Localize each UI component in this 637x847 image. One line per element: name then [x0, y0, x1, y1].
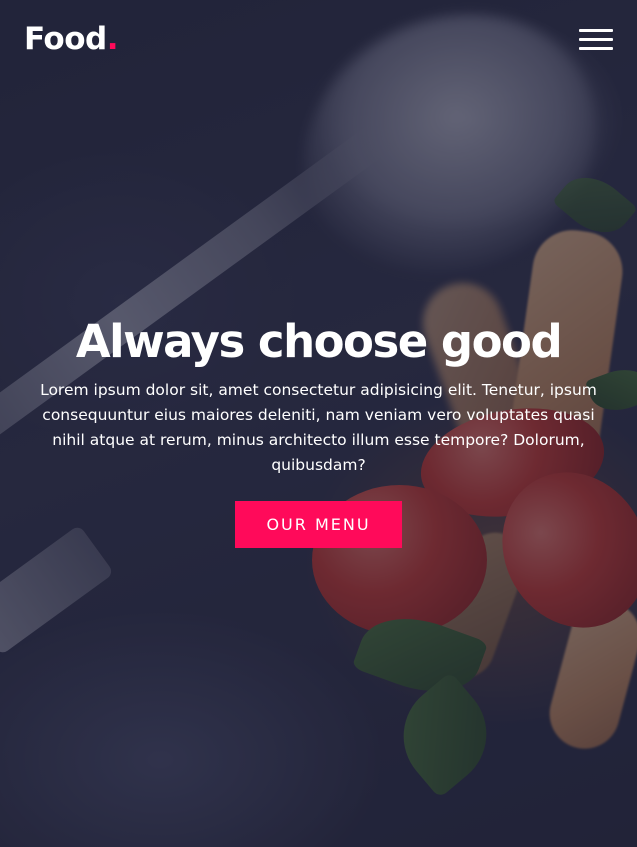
logo-text: Food: [24, 20, 107, 57]
our-menu-button[interactable]: OUR MENU: [235, 501, 402, 548]
hero-section: Food. Always choose good Lorem ipsum dol…: [0, 0, 637, 847]
menu-line: [579, 47, 613, 50]
logo-link[interactable]: Food.: [24, 20, 119, 57]
hero-title: Always choose good: [75, 315, 563, 368]
hero-description: Lorem ipsum dolor sit, amet consectetur …: [40, 381, 597, 474]
logo-dot: .: [106, 20, 119, 57]
site-header: Food.: [0, 0, 637, 78]
hamburger-menu-icon[interactable]: [579, 27, 613, 51]
menu-line: [579, 38, 613, 41]
hero-content: Always choose good Lorem ipsum dolor sit…: [0, 312, 637, 548]
menu-line: [579, 29, 613, 32]
